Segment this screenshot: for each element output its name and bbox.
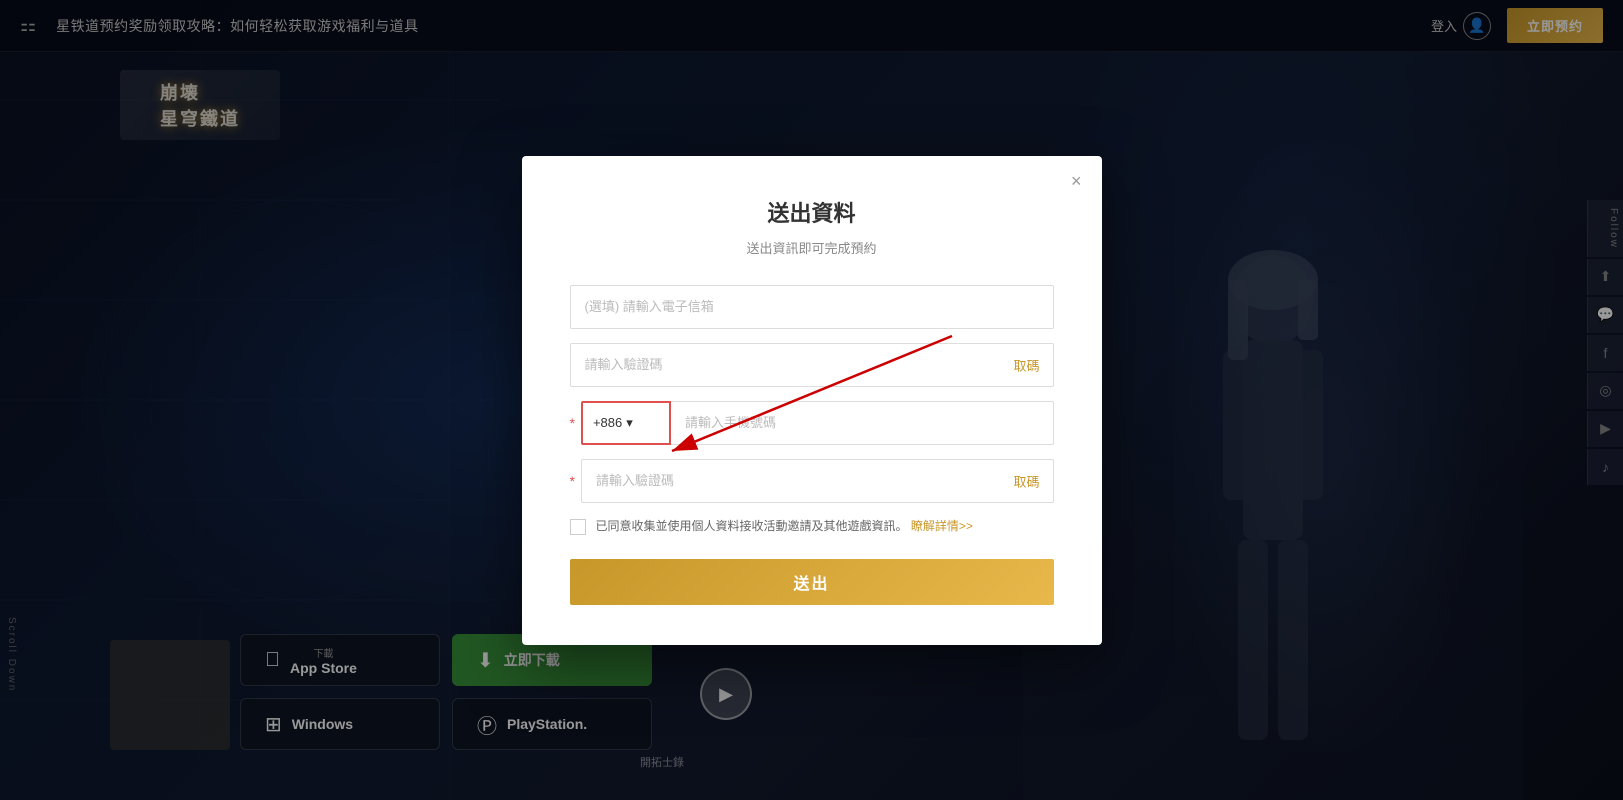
email-field-wrapper xyxy=(570,285,1054,329)
consent-row: 已同意收集並使用個人資料接收活動邀請及其他遊戲資訊。 瞭解詳情>> xyxy=(570,517,1054,535)
phone-field-row: * +886 ▾ xyxy=(570,401,1054,445)
sms-action-label[interactable]: 取碼 xyxy=(1013,471,1039,490)
sms-captcha-wrapper: 取碼 xyxy=(581,459,1054,503)
consent-link[interactable]: 瞭解詳情>> xyxy=(911,519,973,533)
modal-title: 送出資料 xyxy=(570,196,1054,228)
phone-required-star: * xyxy=(570,415,575,431)
sms-captcha-input[interactable] xyxy=(581,459,1054,503)
captcha-action-label[interactable]: 取碼 xyxy=(1013,355,1039,374)
captcha-input[interactable] xyxy=(570,343,1054,387)
phone-input[interactable] xyxy=(671,401,1054,445)
sms-captcha-row: * 取碼 xyxy=(570,459,1054,503)
consent-label: 已同意收集並使用個人資料接收活動邀請及其他遊戲資訊。 瞭解詳情>> xyxy=(596,517,973,535)
modal-close-button[interactable]: × xyxy=(1071,172,1082,190)
sms-required-star: * xyxy=(570,473,575,489)
consent-text: 已同意收集並使用個人資料接收活動邀請及其他遊戲資訊。 xyxy=(596,519,908,533)
email-input[interactable] xyxy=(570,285,1054,329)
submit-button[interactable]: 送出 xyxy=(570,559,1054,605)
modal-overlay: × 送出資料 送出資訊即可完成預約 取碼 * +886 ▾ * 取碼 xyxy=(0,0,1623,800)
modal-subtitle: 送出資訊即可完成預約 xyxy=(570,238,1054,257)
phone-code-chevron: ▾ xyxy=(626,415,633,431)
modal-dialog: × 送出資料 送出資訊即可完成預約 取碼 * +886 ▾ * 取碼 xyxy=(522,156,1102,645)
consent-checkbox[interactable] xyxy=(570,519,586,535)
captcha-field-wrapper: 取碼 xyxy=(570,343,1054,387)
phone-code-selector[interactable]: +886 ▾ xyxy=(581,401,671,445)
phone-code-value: +886 xyxy=(593,415,622,430)
